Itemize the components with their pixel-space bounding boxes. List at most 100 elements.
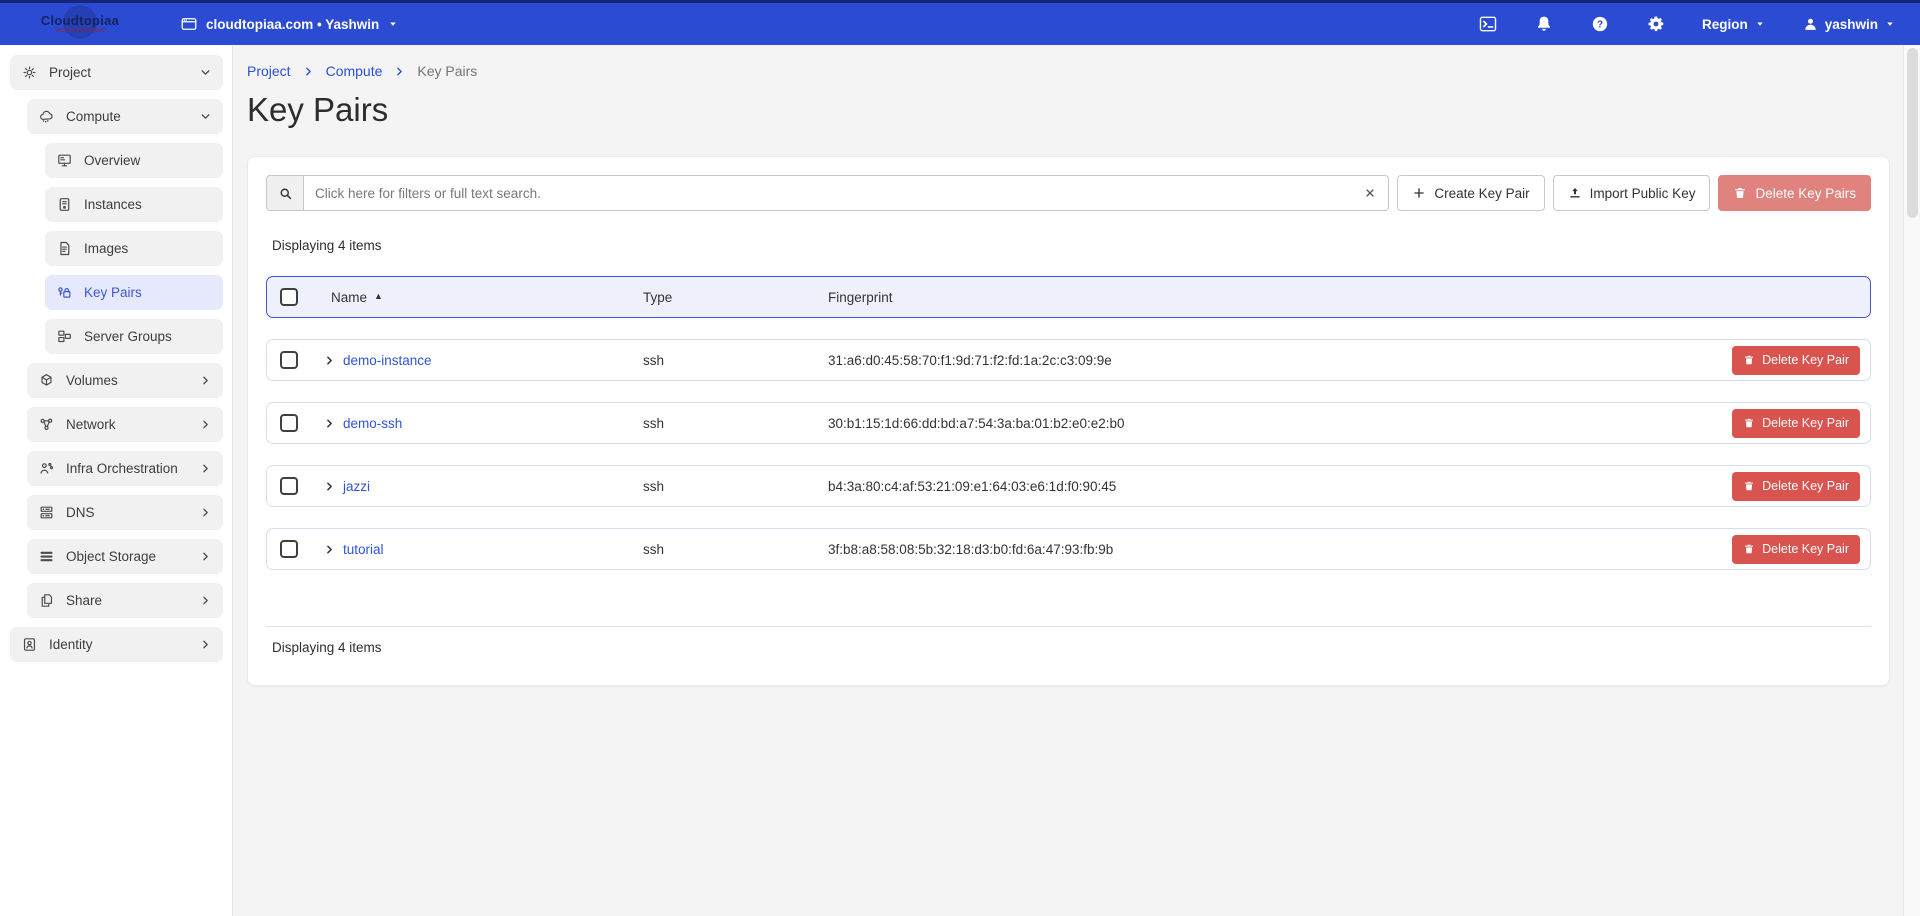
toolbar-button[interactable]: Delete Key Pairs bbox=[1718, 175, 1871, 211]
app-window-icon bbox=[180, 15, 198, 33]
user-name-label: yashwin bbox=[1825, 17, 1878, 32]
toolbar-button[interactable]: Create Key Pair bbox=[1397, 175, 1544, 211]
toolbar-button[interactable]: Import Public Key bbox=[1553, 175, 1711, 211]
sidebar-item-chevron-icon bbox=[199, 462, 212, 475]
delete-key-pair-button[interactable]: Delete Key Pair bbox=[1732, 472, 1860, 501]
delete-key-pair-label: Delete Key Pair bbox=[1762, 479, 1849, 493]
key-pair-name-link[interactable]: demo-instance bbox=[343, 353, 643, 368]
sidebar-item-icon bbox=[38, 416, 55, 433]
row-checkbox[interactable] bbox=[280, 351, 298, 369]
delete-key-pair-button[interactable]: Delete Key Pair bbox=[1732, 409, 1860, 438]
sidebar-item-chevron-icon bbox=[199, 550, 212, 563]
sidebar-item[interactable]: Network bbox=[27, 407, 223, 442]
key-pair-type: ssh bbox=[643, 479, 828, 494]
region-dropdown[interactable]: Region bbox=[1702, 17, 1766, 32]
sidebar-item[interactable]: Project bbox=[10, 55, 223, 90]
sidebar-item[interactable]: Server Groups bbox=[45, 319, 223, 354]
delete-key-pair-label: Delete Key Pair bbox=[1762, 542, 1849, 556]
sidebar-item-chevron-icon bbox=[199, 110, 212, 123]
key-pair-fingerprint: 3f:b8:a8:58:08:5b:32:18:d3:b0:fd:6a:47:9… bbox=[828, 542, 1720, 557]
sidebar-item-label: Instances bbox=[84, 197, 142, 212]
sidebar-item-icon bbox=[38, 548, 55, 565]
column-header-fingerprint[interactable]: Fingerprint bbox=[828, 290, 1720, 305]
sidebar-item-chevron-icon bbox=[199, 374, 212, 387]
sidebar-item[interactable]: Overview bbox=[45, 143, 223, 178]
sidebar-item[interactable]: Identity bbox=[10, 627, 223, 662]
sidebar-item-chevron-icon bbox=[199, 594, 212, 607]
console-icon[interactable] bbox=[1478, 14, 1498, 34]
toolbar-button-label: Create Key Pair bbox=[1434, 186, 1529, 201]
search-input[interactable] bbox=[304, 176, 1352, 210]
select-all-checkbox[interactable] bbox=[280, 288, 298, 306]
breadcrumb: Project Compute Key Pairs bbox=[247, 63, 1892, 79]
filter-search bbox=[266, 175, 1389, 211]
sidebar-item[interactable]: Compute bbox=[27, 99, 223, 134]
sidebar-item-icon bbox=[56, 284, 73, 301]
row-action-cell: Delete Key Pair bbox=[1732, 472, 1860, 501]
table-row: tutorial ssh 3f:b8:a8:58:08:5b:32:18:d3:… bbox=[266, 528, 1871, 570]
breadcrumb-link[interactable]: Compute bbox=[326, 63, 383, 79]
toolbar-button-icon bbox=[1733, 186, 1747, 200]
row-checkbox[interactable] bbox=[280, 540, 298, 558]
sidebar-item-label: Identity bbox=[49, 637, 93, 652]
domain-project-label: cloudtopiaa.com • Yashwin bbox=[206, 17, 379, 32]
column-header-type[interactable]: Type bbox=[643, 290, 828, 305]
region-label: Region bbox=[1702, 17, 1748, 32]
brand-logo[interactable]: Cloudtopiaa Your Cloud Partner bbox=[14, 14, 146, 35]
key-pair-name-link[interactable]: jazzi bbox=[343, 479, 643, 494]
sidebar-item[interactable]: Object Storage bbox=[27, 539, 223, 574]
row-expand-chevron-icon[interactable] bbox=[323, 543, 336, 556]
caret-down-icon bbox=[1754, 18, 1766, 30]
row-checkbox[interactable] bbox=[280, 414, 298, 432]
column-header-name[interactable]: Name ▲ bbox=[311, 290, 643, 305]
settings-icon[interactable] bbox=[1646, 14, 1666, 34]
breadcrumb-chevron-icon bbox=[393, 65, 406, 78]
notifications-icon[interactable] bbox=[1534, 14, 1554, 34]
sidebar-item-icon bbox=[21, 636, 38, 653]
sidebar-item[interactable]: DNS bbox=[27, 495, 223, 530]
close-icon[interactable] bbox=[1352, 176, 1388, 210]
breadcrumb-link[interactable]: Project bbox=[247, 63, 291, 79]
key-pair-name-link[interactable]: tutorial bbox=[343, 542, 643, 557]
sidebar-item[interactable]: Share bbox=[27, 583, 223, 618]
delete-key-pair-button[interactable]: Delete Key Pair bbox=[1732, 535, 1860, 564]
row-expand-chevron-icon[interactable] bbox=[323, 417, 336, 430]
breadcrumb-segment: Project bbox=[247, 63, 315, 79]
key-pair-name-link[interactable]: demo-ssh bbox=[343, 416, 643, 431]
breadcrumb-link[interactable]: Key Pairs bbox=[417, 63, 477, 79]
sidebar-item-icon bbox=[56, 240, 73, 257]
help-icon[interactable]: ? bbox=[1590, 14, 1610, 34]
delete-key-pair-button[interactable]: Delete Key Pair bbox=[1732, 346, 1860, 375]
page-scrollbar[interactable] bbox=[1903, 45, 1920, 916]
row-expand-chevron-icon[interactable] bbox=[323, 480, 336, 493]
sidebar-item-chevron-icon bbox=[199, 506, 212, 519]
delete-key-pair-label: Delete Key Pair bbox=[1762, 353, 1849, 367]
table-row: demo-ssh ssh 30:b1:15:1d:66:dd:bd:a7:54:… bbox=[266, 402, 1871, 444]
search-icon[interactable] bbox=[267, 176, 304, 210]
scrollbar-thumb[interactable] bbox=[1907, 48, 1918, 218]
sidebar-item[interactable]: Infra Orchestration bbox=[27, 451, 223, 486]
key-pair-fingerprint: 30:b1:15:1d:66:dd:bd:a7:54:3a:ba:01:b2:e… bbox=[828, 416, 1720, 431]
key-pair-fingerprint: b4:3a:80:c4:af:53:21:09:e1:64:03:e6:1d:f… bbox=[828, 479, 1720, 494]
user-menu[interactable]: yashwin bbox=[1802, 16, 1896, 33]
sidebar-item-label: Key Pairs bbox=[84, 285, 142, 300]
row-expand-chevron-icon[interactable] bbox=[323, 354, 336, 367]
top-header-bar: Cloudtopiaa Your Cloud Partner cloudtopi… bbox=[0, 3, 1920, 45]
sidebar-item[interactable]: Instances bbox=[45, 187, 223, 222]
domain-project-switcher[interactable]: cloudtopiaa.com • Yashwin bbox=[180, 15, 399, 33]
main-content: Project Compute Key Pairs Key Pairs bbox=[233, 45, 1920, 686]
sidebar-item[interactable]: Images bbox=[45, 231, 223, 266]
caret-down-icon bbox=[1884, 18, 1896, 30]
row-action-cell: Delete Key Pair bbox=[1732, 409, 1860, 438]
toolbar-buttons: Create Key Pair Import Public Key Delete… bbox=[1397, 175, 1871, 211]
items-count-top: Displaying 4 items bbox=[272, 238, 1871, 253]
key-pair-type: ssh bbox=[643, 416, 828, 431]
sidebar-item-chevron-icon bbox=[199, 638, 212, 651]
sidebar-item-label: Images bbox=[84, 241, 128, 256]
row-checkbox[interactable] bbox=[280, 477, 298, 495]
sidebar-item[interactable]: Volumes bbox=[27, 363, 223, 398]
sidebar-item-label: Object Storage bbox=[66, 549, 156, 564]
caret-down-icon bbox=[387, 18, 399, 30]
sidebar-item[interactable]: Key Pairs bbox=[45, 275, 223, 310]
table-row: demo-instance ssh 31:a6:d0:45:58:70:f1:9… bbox=[266, 339, 1871, 381]
